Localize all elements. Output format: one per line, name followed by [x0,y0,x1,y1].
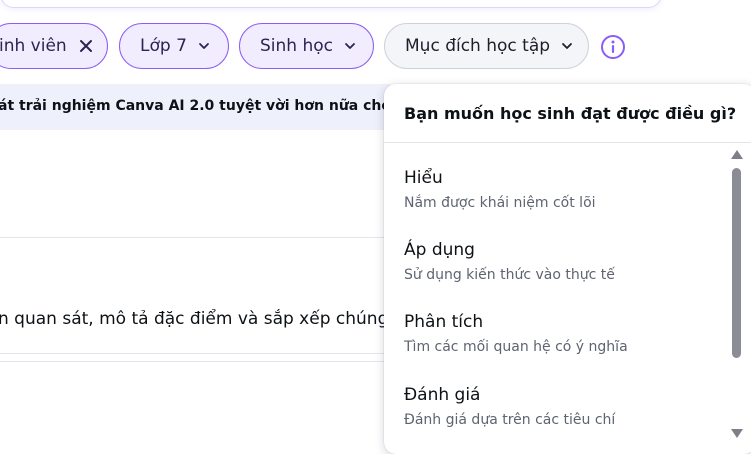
content-line: n quan sát, mô tả đặc điểm và sắp xếp ch… [0,309,390,329]
option-description: Đánh giá dựa trên các tiêu chí [404,412,616,428]
chip-label: Mục đích học tập [405,36,551,56]
chip-label: Sinh học [260,36,333,56]
close-icon[interactable] [79,39,93,53]
chip-grade[interactable]: Lớp 7 [119,23,229,69]
option-understand[interactable]: Hiểu Nắm được khái niệm cốt lõi [404,168,724,211]
option-description: Sử dụng kiến thức vào thực tế [404,267,615,283]
banner-text: át trải nghiệm Canva AI 2.0 tuyệt vời hơ… [0,98,390,114]
option-analyze[interactable]: Phân tích Tìm các mối quan hệ có ý nghĩa [404,312,724,355]
chip-student[interactable]: inh viên [0,23,108,69]
section-divider [0,361,390,362]
chevron-down-icon [562,43,572,49]
chip-subject[interactable]: Sinh học [239,23,374,69]
dropdown-title: Bạn muốn học sinh đạt được điều gì? [404,104,737,123]
scroll-down-arrow-icon[interactable] [731,429,743,438]
dropdown-divider [384,142,751,143]
option-title: Phân tích [404,312,484,332]
section-divider [0,353,390,354]
option-evaluate[interactable]: Đánh giá Đánh giá dựa trên các tiêu chí [404,385,724,428]
option-description: Tìm các mối quan hệ có ý nghĩa [404,339,628,355]
chevron-down-icon [345,43,355,49]
promo-banner[interactable]: át trải nghiệm Canva AI 2.0 tuyệt vời hơ… [0,84,390,130]
info-icon[interactable] [600,34,626,60]
filter-chip-row: inh viên Lớp 7 Sinh học Mục đích học tập [0,0,751,80]
chip-learning-goal[interactable]: Mục đích học tập [384,23,589,69]
learning-goal-dropdown: Bạn muốn học sinh đạt được điều gì? Hiểu… [384,84,751,454]
option-title: Hiểu [404,168,443,188]
chevron-down-icon [198,43,209,49]
scroll-up-arrow-icon[interactable] [731,150,743,159]
section-divider [0,237,390,238]
scroll-thumb[interactable] [732,168,741,358]
dropdown-scrollbar[interactable] [730,148,744,438]
option-apply[interactable]: Áp dụng Sử dụng kiến thức vào thực tế [404,240,724,283]
option-title: Đánh giá [404,385,481,405]
option-description: Nắm được khái niệm cốt lõi [404,195,596,211]
chip-label: Lớp 7 [140,36,187,56]
option-title: Áp dụng [404,240,475,260]
chip-label: inh viên [0,36,67,56]
